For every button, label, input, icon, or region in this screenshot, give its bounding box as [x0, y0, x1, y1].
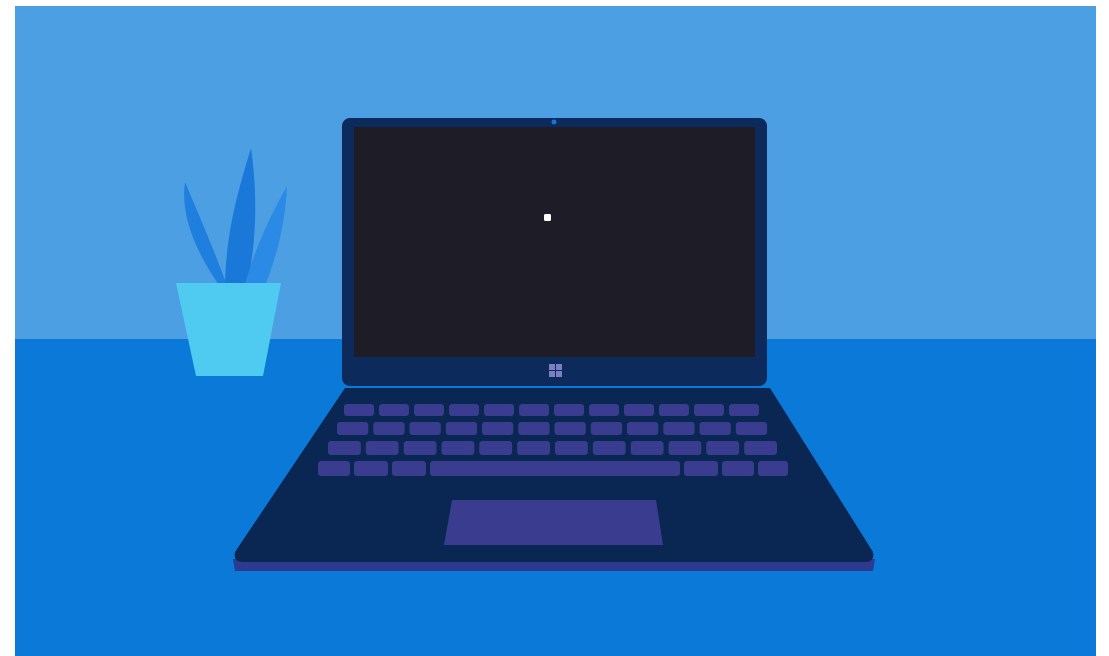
keyboard-key[interactable]: [409, 422, 441, 435]
keyboard-key[interactable]: [630, 441, 664, 455]
keyboard-key[interactable]: [441, 441, 475, 455]
keyboard-key[interactable]: [482, 422, 514, 435]
keyboard-key[interactable]: [318, 461, 350, 476]
keyboard-key[interactable]: [744, 441, 777, 455]
keyboard-key[interactable]: [379, 404, 409, 416]
keyboard-key[interactable]: [328, 441, 361, 455]
keyboard-key[interactable]: [758, 461, 788, 476]
keyboard-key[interactable]: [445, 422, 478, 435]
keyboard-key[interactable]: [354, 461, 388, 476]
keyboard-key[interactable]: [414, 404, 444, 416]
keyboard-key[interactable]: [392, 461, 426, 476]
keyboard-key[interactable]: [684, 461, 718, 476]
keyboard-key[interactable]: [624, 404, 654, 416]
laptop-screen: [354, 127, 755, 357]
screen-cursor-dot-icon: [544, 214, 551, 221]
keyboard-key[interactable]: [590, 422, 623, 435]
keyboard-key[interactable]: [449, 404, 479, 416]
keyboard-key[interactable]: [403, 441, 437, 455]
keyboard-key[interactable]: [518, 422, 550, 435]
keyboard-key[interactable]: [555, 441, 588, 455]
keyboard-key[interactable]: [735, 422, 768, 435]
webcam-icon: [551, 119, 557, 125]
keyboard-key[interactable]: [589, 404, 619, 416]
keyboard-key[interactable]: [722, 461, 754, 476]
keyboard-key[interactable]: [517, 441, 550, 455]
keyboard-key[interactable]: [706, 441, 740, 455]
keyboard-key[interactable]: [479, 441, 513, 455]
keyboard-key[interactable]: [554, 422, 586, 435]
keyboard-key[interactable]: [484, 404, 514, 416]
keyboard-key[interactable]: [554, 404, 584, 416]
keyboard-key[interactable]: [627, 422, 659, 435]
keyboard-key[interactable]: [365, 441, 399, 455]
keyboard-key[interactable]: [519, 404, 549, 416]
trackpad[interactable]: [444, 500, 663, 545]
keyboard-key[interactable]: [373, 422, 405, 435]
spacebar-key[interactable]: [430, 461, 680, 476]
laptop-scene: [15, 6, 1096, 656]
keyboard-key[interactable]: [344, 404, 374, 416]
keyboard-key[interactable]: [668, 441, 702, 455]
keyboard-key[interactable]: [663, 422, 695, 435]
keyboard-key[interactable]: [337, 422, 369, 435]
keyboard-key[interactable]: [699, 422, 731, 435]
keyboard-key[interactable]: [694, 404, 724, 416]
keyboard-key[interactable]: [729, 404, 759, 416]
keyboard-key[interactable]: [592, 441, 626, 455]
keyboard-key[interactable]: [659, 404, 689, 416]
